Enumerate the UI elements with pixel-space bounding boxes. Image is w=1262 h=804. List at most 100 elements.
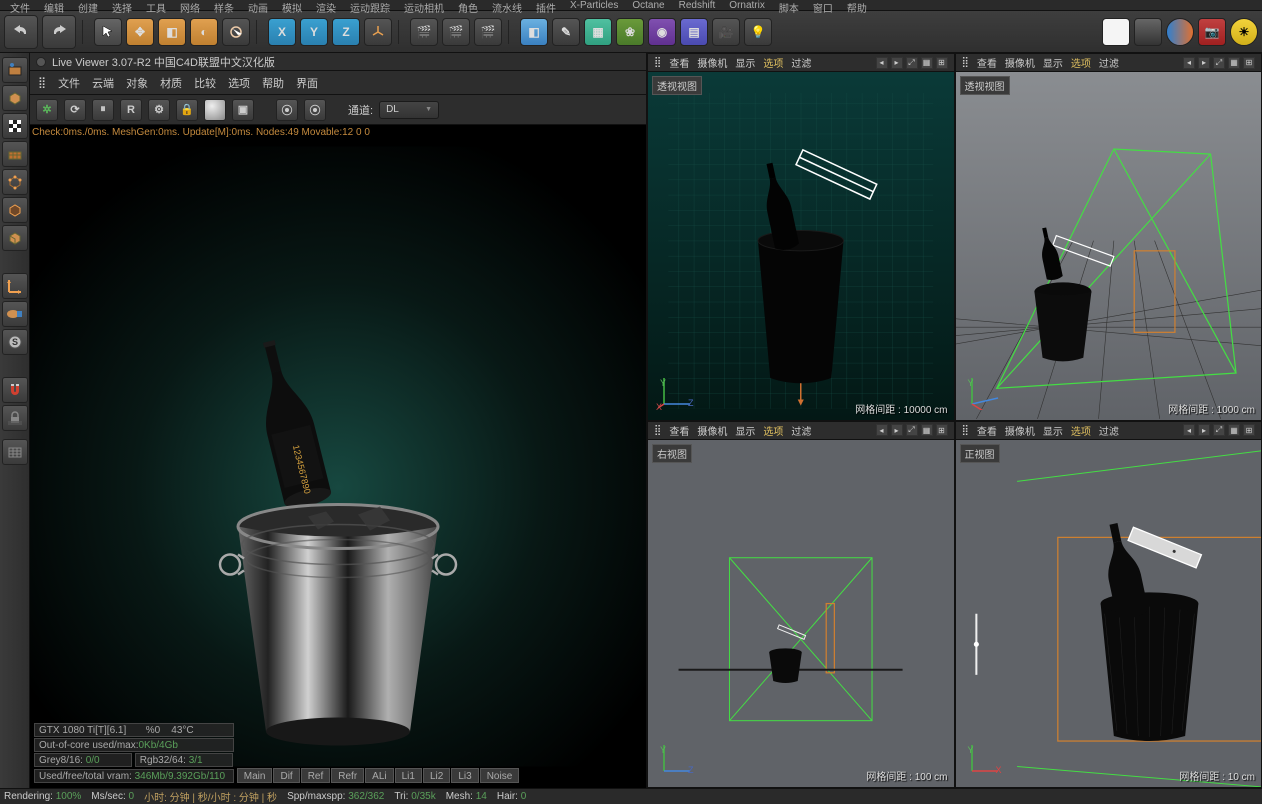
vp-icon-button[interactable]: ⊞ <box>1243 424 1255 436</box>
vp-icon-button[interactable]: ⤢ <box>906 424 918 436</box>
channel-tab[interactable]: Main <box>237 768 273 783</box>
vp-icon-button[interactable]: ◂ <box>1183 57 1195 69</box>
rotate-button[interactable]: ◐ <box>190 18 218 46</box>
vp-menu-item[interactable]: 选项 <box>1071 55 1091 70</box>
z-axis-button[interactable]: Z <box>332 18 360 46</box>
sun-button[interactable]: ☀ <box>1230 18 1258 46</box>
vp-icon-button[interactable]: ▦ <box>1228 424 1240 436</box>
channel-tab[interactable]: Refr <box>331 768 364 783</box>
vp-menu-item[interactable]: 摄像机 <box>1005 423 1035 438</box>
layout-2-button[interactable] <box>1134 18 1162 46</box>
menu-item[interactable]: Redshift <box>679 0 716 10</box>
pin2-button[interactable]: ⦿ <box>304 99 326 121</box>
sphere-button[interactable] <box>204 99 226 121</box>
lv-menu-item[interactable]: 云端 <box>92 75 114 91</box>
y-axis-button[interactable]: Y <box>300 18 328 46</box>
color-button[interactable] <box>1166 18 1194 46</box>
vp-menu-item[interactable]: 显示 <box>1043 423 1063 438</box>
menu-item[interactable]: Ornatrix <box>729 0 765 10</box>
vp-menu-item[interactable]: 过滤 <box>791 423 811 438</box>
light-button[interactable]: 💡 <box>744 18 772 46</box>
grip-icon[interactable]: ⣿ <box>654 57 661 68</box>
grid-button[interactable] <box>2 439 28 465</box>
vp-icon-button[interactable]: ▦ <box>921 57 933 69</box>
model-mode-button[interactable] <box>2 85 28 111</box>
redo-button[interactable] <box>42 15 76 49</box>
reset-button[interactable]: R <box>120 99 142 121</box>
menu-item[interactable]: 文件 <box>10 0 30 10</box>
vp-icon-button[interactable]: ⤢ <box>1213 57 1225 69</box>
channel-tab[interactable]: Li1 <box>395 768 422 783</box>
menu-item[interactable]: 插件 <box>536 0 556 10</box>
vp-menu-item[interactable]: 摄像机 <box>1005 55 1035 70</box>
menu-item[interactable]: 创建 <box>78 0 98 10</box>
vp-menu-item[interactable]: 查看 <box>977 423 997 438</box>
render-region-button[interactable]: 🎬 <box>442 18 470 46</box>
vp-icon-button[interactable]: ⤢ <box>906 57 918 69</box>
camera-button[interactable]: 🎥 <box>712 18 740 46</box>
vp-menu-item[interactable]: 显示 <box>1043 55 1063 70</box>
play-button[interactable]: ✲ <box>36 99 58 121</box>
make-editable-button[interactable] <box>2 57 28 83</box>
vp-menu-item[interactable]: 显示 <box>735 423 755 438</box>
vp-menu-item[interactable]: 过滤 <box>1099 423 1119 438</box>
viewport-canvas-tr[interactable]: 透视视图 <box>956 72 1262 420</box>
pin1-button[interactable]: ⦿ <box>276 99 298 121</box>
grip-icon[interactable]: ⣿ <box>962 57 969 68</box>
channel-tab[interactable]: Dif <box>273 768 299 783</box>
menu-item[interactable]: 渲染 <box>316 0 336 10</box>
channel-tab[interactable]: ALi <box>365 768 393 783</box>
menu-item[interactable]: 角色 <box>458 0 478 10</box>
grip-icon[interactable]: ⣿ <box>38 76 46 89</box>
vp-icon-button[interactable]: ◂ <box>876 424 888 436</box>
vp-icon-button[interactable]: ▦ <box>921 424 933 436</box>
region-button[interactable]: ▣ <box>232 99 254 121</box>
lv-menu-item[interactable]: 帮助 <box>262 75 284 91</box>
menu-item[interactable]: 运动相机 <box>404 0 444 10</box>
scale-button[interactable]: ◧ <box>158 18 186 46</box>
vp-menu-item[interactable]: 摄像机 <box>697 55 727 70</box>
channel-tab[interactable]: Noise <box>480 768 520 783</box>
lv-menu-item[interactable]: 比较 <box>194 75 216 91</box>
menu-item[interactable]: 流水线 <box>492 0 522 10</box>
vp-icon-button[interactable]: ⊞ <box>936 424 948 436</box>
pen-button[interactable]: ✎ <box>552 18 580 46</box>
lv-menu-item[interactable]: 材质 <box>160 75 182 91</box>
menu-item[interactable]: 样条 <box>214 0 234 10</box>
polygon-mode-button[interactable] <box>2 225 28 251</box>
workplane-button[interactable] <box>2 141 28 167</box>
point-mode-button[interactable] <box>2 169 28 195</box>
channel-tab[interactable]: Li2 <box>423 768 450 783</box>
pause-button[interactable]: ⏸ <box>92 99 114 121</box>
cursor-button[interactable] <box>94 18 122 46</box>
vp-icon-button[interactable]: ▸ <box>891 57 903 69</box>
vp-menu-item[interactable]: 过滤 <box>1099 55 1119 70</box>
floor-button[interactable]: ▤ <box>680 18 708 46</box>
channel-dropdown[interactable]: DL <box>379 101 439 119</box>
channel-tab[interactable]: Ref <box>301 768 331 783</box>
lv-menu-item[interactable]: 选项 <box>228 75 250 91</box>
vp-menu-item[interactable]: 显示 <box>735 55 755 70</box>
live-viewer-render[interactable]: Check:0ms./0ms. MeshGen:0ms. Update[M]:0… <box>30 125 646 788</box>
snap-button[interactable]: S <box>2 329 28 355</box>
world-axis-button[interactable] <box>364 18 392 46</box>
primitive-cube-button[interactable]: ◧ <box>520 18 548 46</box>
menu-item[interactable]: 选择 <box>112 0 132 10</box>
lv-menu-item[interactable]: 文件 <box>58 75 80 91</box>
deformer-button[interactable]: ❀ <box>616 18 644 46</box>
texture-mode-button[interactable] <box>2 113 28 139</box>
viewport-solo-button[interactable] <box>2 301 28 327</box>
generator-button[interactable]: ▦ <box>584 18 612 46</box>
settings-button[interactable]: ⚙ <box>148 99 170 121</box>
vp-menu-item[interactable]: 查看 <box>669 55 689 70</box>
menu-item[interactable]: 窗口 <box>813 0 833 10</box>
magnet-button[interactable] <box>2 377 28 403</box>
render-button[interactable]: 🎬 <box>410 18 438 46</box>
vp-icon-button[interactable]: ▸ <box>891 424 903 436</box>
vp-menu-item[interactable]: 过滤 <box>791 55 811 70</box>
menu-item[interactable]: 网络 <box>180 0 200 10</box>
field-button[interactable]: ◉ <box>648 18 676 46</box>
layout-1-button[interactable] <box>1102 18 1130 46</box>
vp-menu-item[interactable]: 查看 <box>669 423 689 438</box>
vp-menu-item[interactable]: 摄像机 <box>697 423 727 438</box>
